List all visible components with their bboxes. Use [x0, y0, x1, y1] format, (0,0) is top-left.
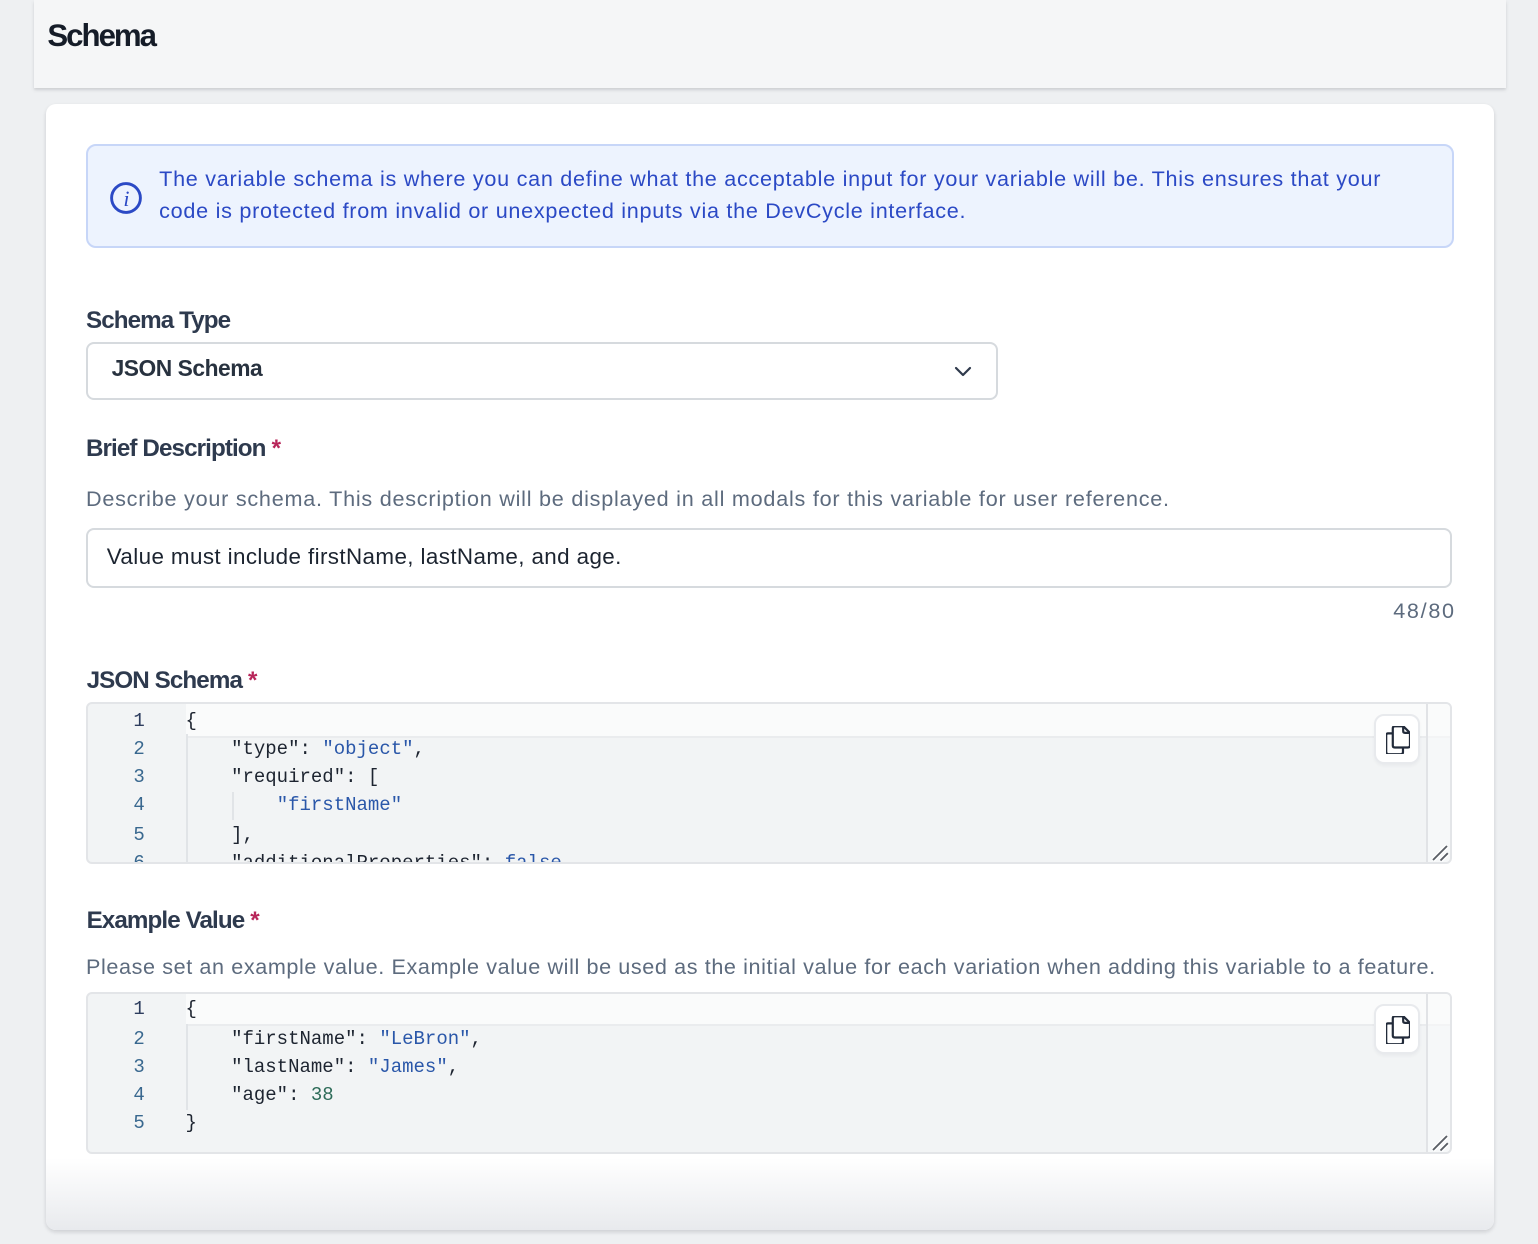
svg-text:i: i [123, 186, 129, 211]
